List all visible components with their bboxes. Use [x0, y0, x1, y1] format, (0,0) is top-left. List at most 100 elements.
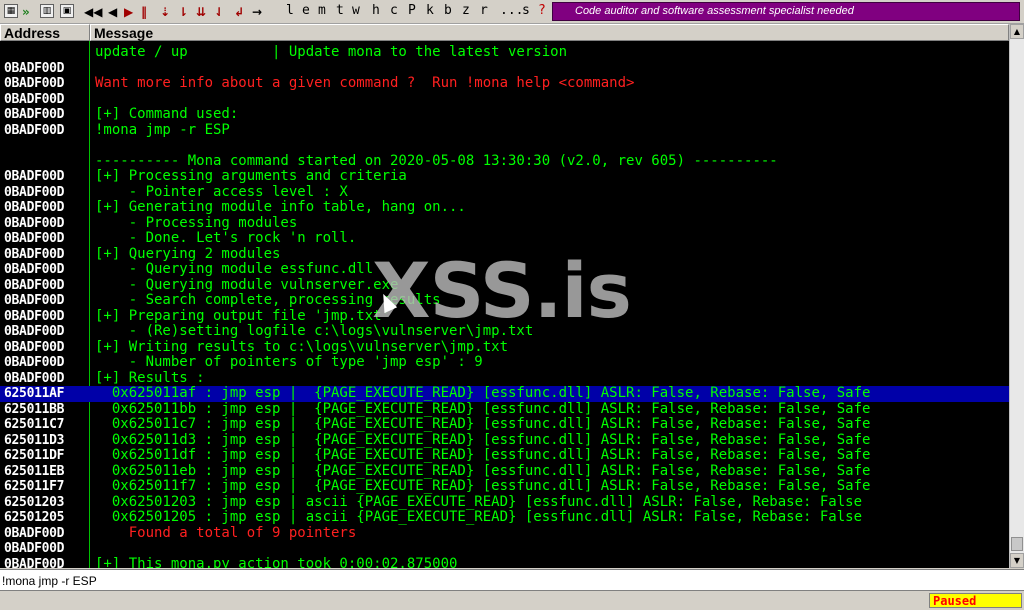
toolbar-cpu-button[interactable]: c — [390, 3, 398, 18]
log-row-message: [+] Querying 2 modules — [95, 245, 281, 262]
log-row-address: 0BADF00D — [4, 277, 65, 293]
log-row-message: 0x62501205 : jmp esp | ascii {PAGE_EXECU… — [95, 509, 863, 525]
log-row[interactable]: 0BADF00D [+] Processing arguments and cri… — [0, 168, 1009, 185]
toolbar-call-stack-button[interactable]: k — [426, 3, 434, 18]
log-row-address: 625011D3 — [4, 432, 65, 448]
run-icon[interactable]: ▶ — [124, 3, 133, 20]
toolbar-handles-button[interactable]: h — [372, 3, 380, 18]
log-row[interactable]: 0BADF00D [+] Preparing output file 'jmp.t… — [0, 308, 1009, 325]
log-row[interactable]: ---------- Mona command started on 2020-… — [0, 153, 1009, 170]
trace-into-icon[interactable]: ⇊ — [196, 3, 206, 20]
message-column-header[interactable]: Message — [90, 24, 1009, 41]
log-window[interactable]: update / up | Update mona to the latest … — [0, 41, 1009, 568]
log-row-message: - Querying module essfunc.dll — [95, 261, 374, 277]
log-row[interactable]: 0BADF00D [+] Writing results to c:\logs\v… — [0, 338, 1009, 356]
toolbar-log-button[interactable]: l — [286, 3, 294, 18]
log-row[interactable]: 0BADF00D - (Re)setting logfile c:\logs\v… — [0, 323, 1009, 340]
log-row-message: 0x625011d3 : jmp esp | {PAGE_EXECUTE_REA… — [95, 431, 871, 448]
log-row[interactable]: update / up | Update mona to the latest … — [0, 44, 1009, 61]
toolbar-memory-button[interactable]: m — [318, 3, 326, 18]
scroll-down-arrow-icon[interactable]: ▼ — [1010, 553, 1024, 568]
log-row-message: - Processing modules — [95, 214, 298, 231]
log-row[interactable]: 0BADF00D !mona jmp -r ESP — [0, 122, 1009, 139]
log-row[interactable]: 0BADF00D [+] Results : — [0, 369, 1009, 387]
log-row[interactable]: 0BADF00D Found a total of 9 pointers — [0, 525, 1009, 542]
log-row-message: 0x625011af : jmp esp | {PAGE_EXECUTE_REA… — [95, 385, 871, 401]
log-row-address: 0BADF00D — [4, 76, 65, 91]
log-row-message: [+] Processing arguments and criteria — [95, 168, 407, 184]
log-row[interactable]: 0BADF00D — [0, 541, 1009, 557]
restart-icon[interactable]: » — [22, 3, 30, 20]
step-into-icon[interactable]: ⇣ — [160, 3, 170, 20]
log-row[interactable]: 0BADF00D Want more info about a given com… — [0, 75, 1009, 92]
log-row-message: 0x625011c7 : jmp esp | {PAGE_EXECUTE_REA… — [95, 416, 871, 432]
log-row[interactable]: 62501205 0x62501205 : jmp esp | ascii {P… — [0, 509, 1009, 526]
log-row[interactable]: 625011F7 0x625011f7 : jmp esp | {PAGE_EX… — [0, 478, 1009, 495]
log-row[interactable]: 0BADF00D [+] This mona.py action took 0:0… — [0, 555, 1009, 568]
toolbar-help-button[interactable]: ? — [538, 3, 546, 18]
log-row-message: [+] Writing results to c:\logs\vulnserve… — [95, 338, 509, 355]
log-row-address: 625011F7 — [4, 479, 65, 494]
toolbar-source-button[interactable]: s — [522, 3, 530, 18]
log-row-address: 0BADF00D — [4, 293, 65, 308]
toolbar-hardware-breakpoints-button[interactable]: z — [462, 3, 470, 18]
trace-over-icon[interactable]: ⇃ — [214, 3, 224, 20]
toolbar-references-button[interactable]: r — [480, 3, 488, 18]
toolbar-run-trace-button[interactable]: ... — [500, 3, 523, 18]
log-row-message: Want more info about a given command ? R… — [95, 75, 635, 91]
address-column-header[interactable]: Address — [0, 24, 90, 41]
log-row[interactable]: 0BADF00D [+] Querying 2 modules — [0, 245, 1009, 263]
log-row[interactable]: 0BADF00D [+] Generating module info table… — [0, 199, 1009, 216]
pause-icon[interactable]: ‖ — [141, 3, 147, 20]
log-row-message: [+] Generating module info table, hang o… — [95, 199, 466, 215]
log-row[interactable]: 0BADF00D - Pointer access level : X — [0, 183, 1009, 201]
log-row-address: 0BADF00D — [4, 339, 65, 355]
log-row[interactable]: 0BADF00D — [0, 61, 1009, 77]
log-row[interactable]: 625011BB 0x625011bb : jmp esp | {PAGE_EX… — [0, 400, 1009, 418]
execute-till-return-icon[interactable]: ↲ — [234, 3, 244, 20]
go-to-icon[interactable]: → — [252, 3, 262, 20]
status-bar: Paused — [0, 591, 1024, 610]
scroll-thumb[interactable] — [1011, 537, 1023, 551]
scroll-up-arrow-icon[interactable]: ▲ — [1010, 24, 1024, 39]
log-row[interactable]: 0BADF00D - Querying module essfunc.dll — [0, 261, 1009, 278]
open-file-icon[interactable]: ▦ — [4, 4, 18, 18]
log-row[interactable]: 0BADF00D — [0, 92, 1009, 108]
log-row-address: 0BADF00D — [4, 184, 65, 200]
log-row-message: 0x625011bb : jmp esp | {PAGE_EXECUTE_REA… — [95, 400, 871, 417]
attach-icon[interactable]: ▥ — [40, 4, 54, 18]
log-row-message: - Pointer access level : X — [95, 183, 348, 200]
rewind-icon[interactable]: ◀◀ — [84, 3, 102, 20]
log-row[interactable]: 625011C7 0x625011c7 : jmp esp | {PAGE_EX… — [0, 416, 1009, 433]
log-row[interactable]: 625011DF 0x625011df : jmp esp | {PAGE_EX… — [0, 447, 1009, 464]
back-icon[interactable]: ◀ — [108, 3, 117, 20]
toolbar-executable-modules-button[interactable]: e — [302, 3, 310, 18]
log-row[interactable]: 0BADF00D - Processing modules — [0, 214, 1009, 232]
log-row-address: 0BADF00D — [4, 370, 65, 386]
log-row[interactable]: 625011EB 0x625011eb : jmp esp | {PAGE_EX… — [0, 463, 1009, 480]
close-program-icon[interactable]: ▣ — [60, 4, 74, 18]
toolbar-threads-button[interactable]: t — [336, 3, 344, 18]
toolbar-patches-button[interactable]: P — [408, 3, 416, 18]
log-row[interactable] — [0, 138, 1009, 154]
command-input[interactable] — [2, 572, 1002, 589]
log-row[interactable]: 0BADF00D - Querying module vulnserver.ex… — [0, 277, 1009, 294]
log-row-message: [+] Results : — [95, 369, 205, 386]
toolbar-breakpoints-button[interactable]: b — [444, 3, 452, 18]
log-row[interactable]: 62501203 0x62501203 : jmp esp | ascii {P… — [0, 494, 1009, 511]
log-row-message: - (Re)setting logfile c:\logs\vulnserver… — [95, 323, 534, 339]
log-row-address: 0BADF00D — [4, 541, 65, 556]
log-row[interactable]: 0BADF00D - Number of pointers of type 'j… — [0, 354, 1009, 371]
log-row-address: 0BADF00D — [4, 169, 65, 184]
log-row-message: [+] This mona.py action took 0:00:02.875… — [95, 555, 458, 568]
log-row-message: 0x625011f7 : jmp esp | {PAGE_EXECUTE_REA… — [95, 478, 871, 494]
log-row[interactable]: 0BADF00D - Done. Let's rock 'n roll. — [0, 230, 1009, 247]
log-row[interactable]: 0BADF00D - Search complete, processing r… — [0, 292, 1009, 309]
log-row[interactable]: 625011D3 0x625011d3 : jmp esp | {PAGE_EX… — [0, 431, 1009, 449]
toolbar-windows-button[interactable]: w — [352, 3, 360, 18]
vertical-scrollbar[interactable]: ▲ ▼ — [1009, 24, 1024, 568]
log-row[interactable]: 0BADF00D [+] Command used: — [0, 106, 1009, 123]
step-over-icon[interactable]: ⇂ — [178, 3, 188, 20]
log-row-message: 0x625011df : jmp esp | {PAGE_EXECUTE_REA… — [95, 447, 871, 463]
selected-log-row[interactable]: 625011AF 0x625011af : jmp esp | {PAGE_EX… — [0, 385, 1009, 402]
